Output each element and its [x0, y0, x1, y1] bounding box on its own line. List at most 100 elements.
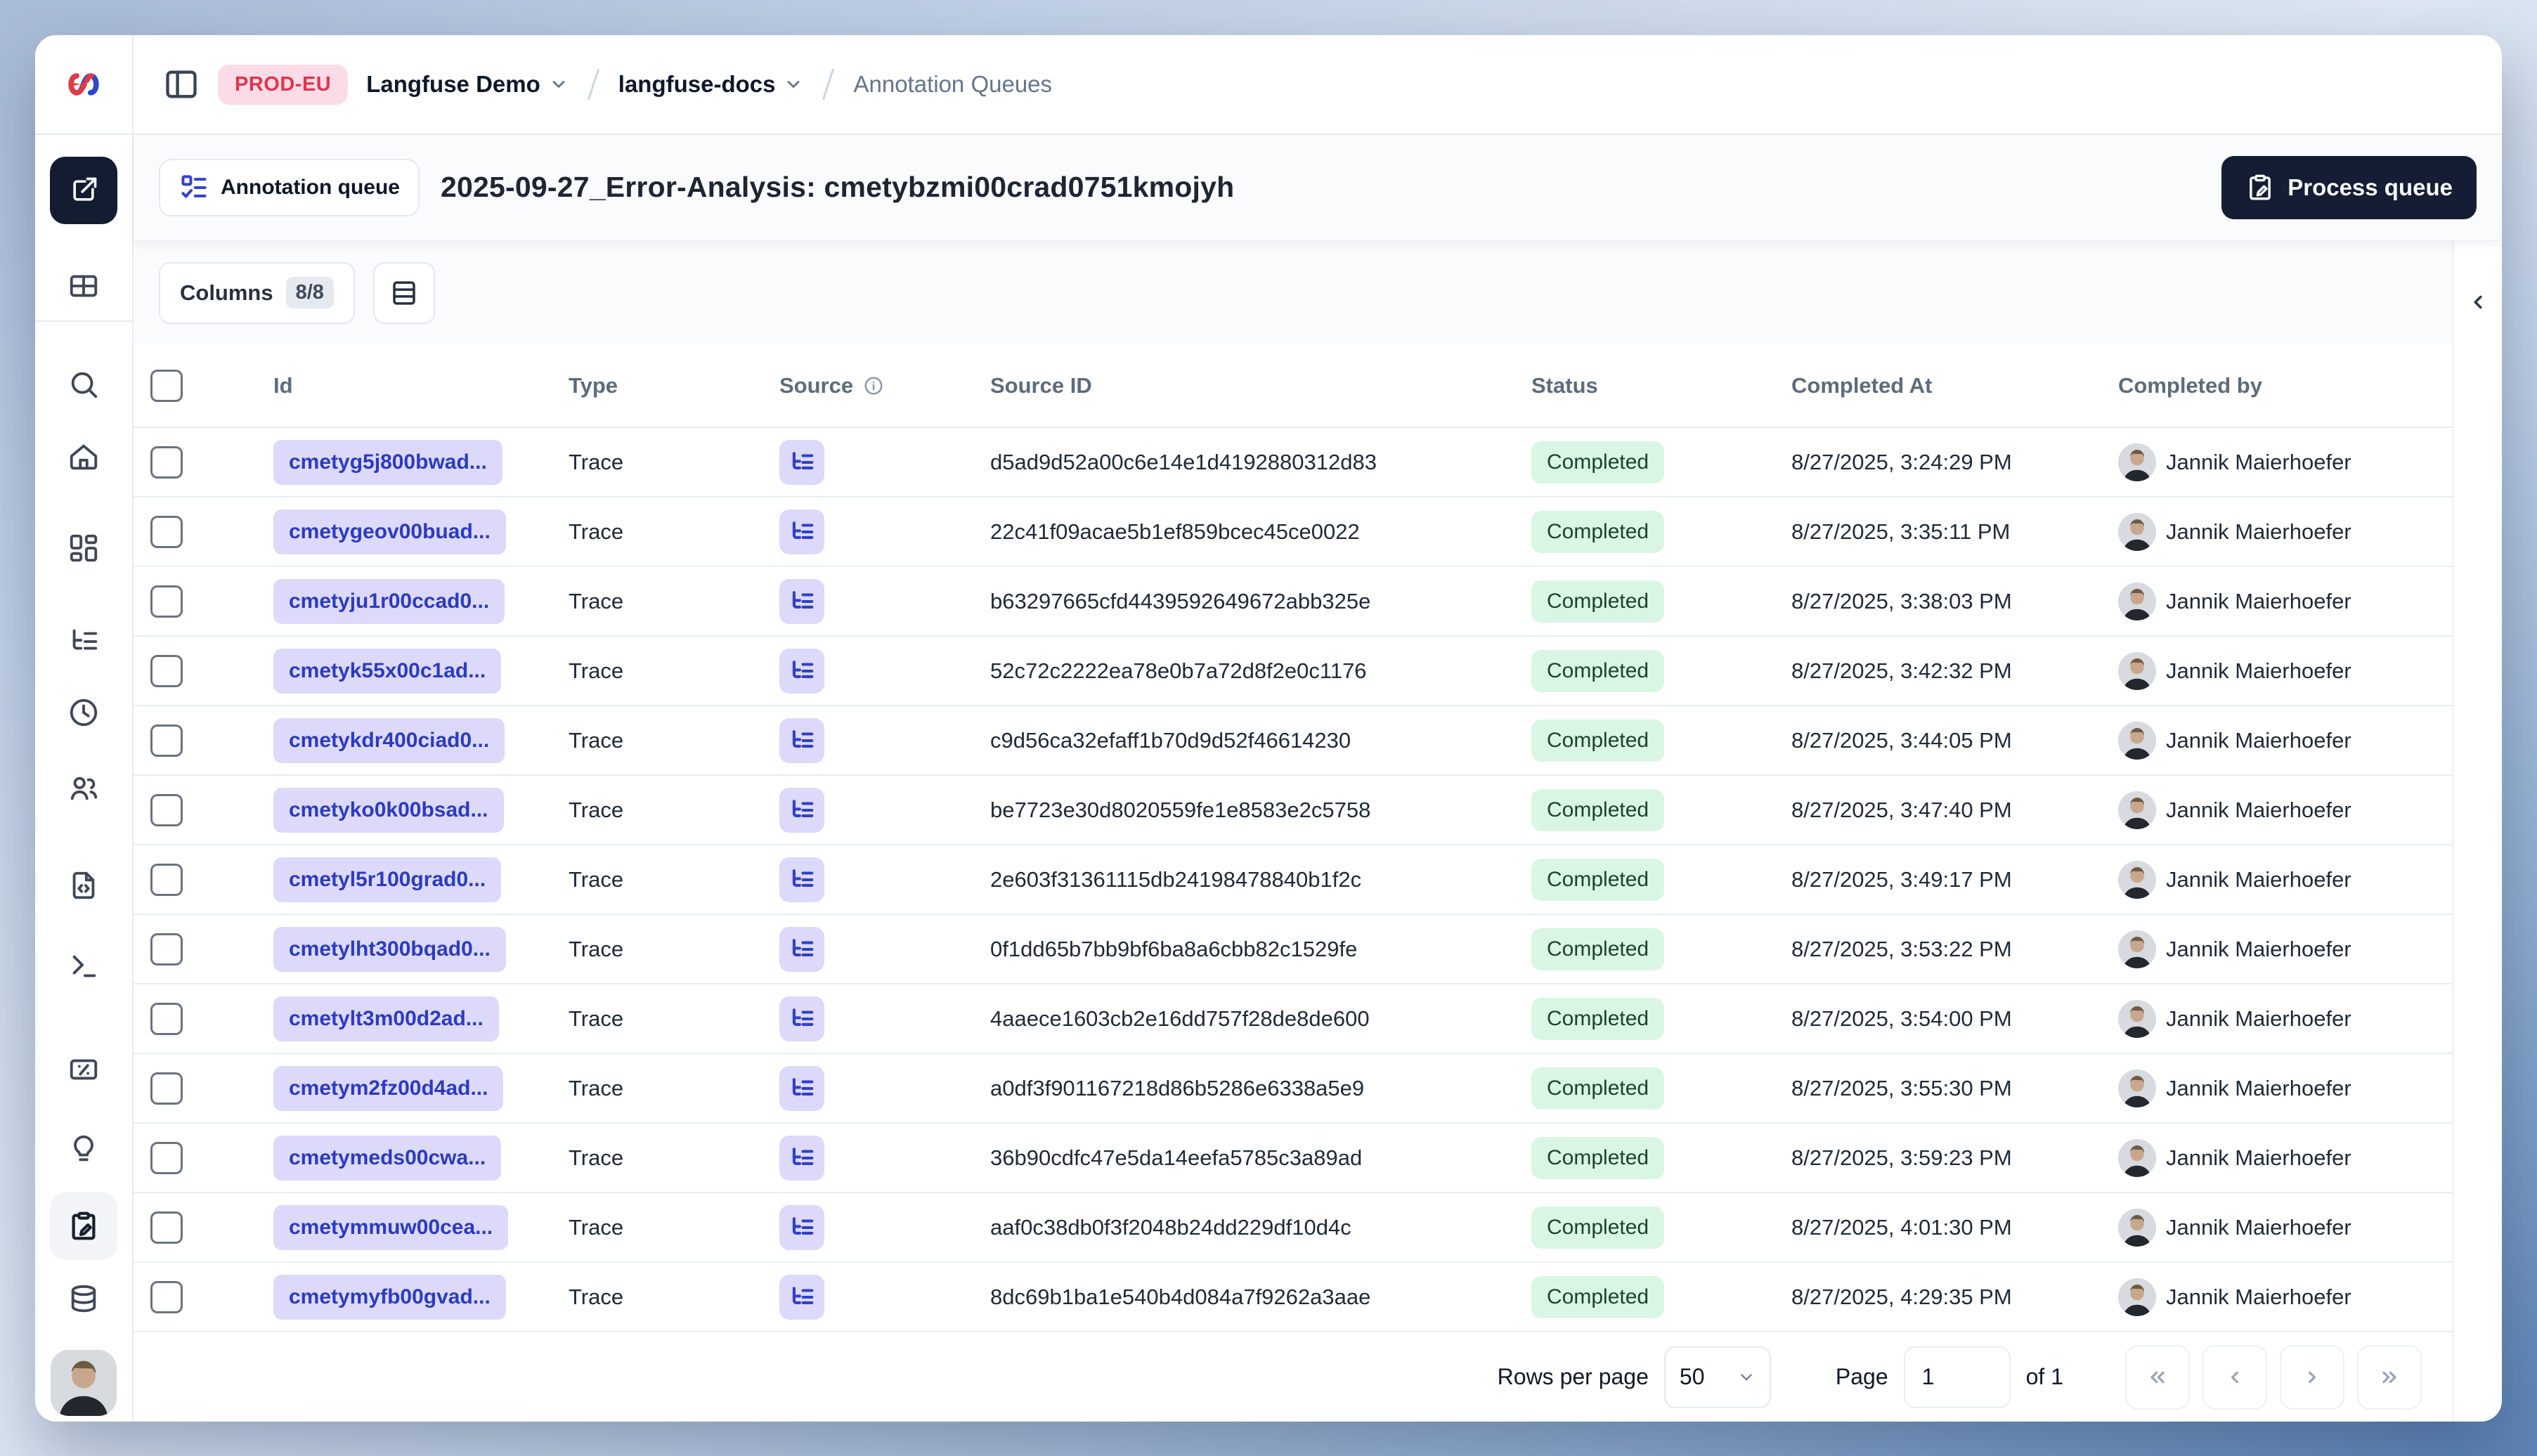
- sessions-icon[interactable]: [61, 690, 106, 735]
- item-id-link[interactable]: cmetyko0k00bsad...: [273, 787, 504, 833]
- status-badge: Completed: [1531, 441, 1665, 483]
- home-icon[interactable]: [61, 434, 106, 479]
- column-header-completed-by[interactable]: Completed by: [2101, 373, 2453, 398]
- table-row[interactable]: cmetyko0k00bsad... Trace be7723e30d80205…: [134, 774, 2453, 844]
- column-header-source[interactable]: Source: [763, 373, 973, 398]
- column-header-status[interactable]: Status: [1514, 373, 1774, 398]
- source-trace-button[interactable]: [779, 648, 824, 694]
- row-checkbox[interactable]: [150, 793, 183, 826]
- column-header-completed-at[interactable]: Completed At: [1774, 373, 2101, 398]
- open-external-icon[interactable]: [50, 157, 117, 224]
- source-trace-button[interactable]: [779, 1135, 824, 1181]
- source-trace-button[interactable]: [779, 787, 824, 833]
- source-trace-button[interactable]: [779, 578, 824, 624]
- project-switcher[interactable]: langfuse-docs: [618, 71, 804, 98]
- table-row[interactable]: cmetym2fz00d4ad... Trace a0df3f901167218…: [134, 1053, 2453, 1122]
- insights-icon[interactable]: [61, 1126, 106, 1171]
- column-header-source-id[interactable]: Source ID: [973, 373, 1514, 398]
- rows-per-page-label: Rows per page: [1497, 1364, 1649, 1389]
- datasets-icon[interactable]: [61, 1277, 106, 1322]
- source-trace-button[interactable]: [779, 857, 824, 902]
- item-id-link[interactable]: cmetym2fz00d4ad...: [273, 1065, 504, 1111]
- source-trace-button[interactable]: [779, 439, 824, 485]
- table-row[interactable]: cmetymyfb00gvad... Trace 8dc69b1ba1e540b…: [134, 1261, 2453, 1331]
- columns-button[interactable]: Columns 8/8: [159, 261, 355, 324]
- row-checkbox[interactable]: [150, 932, 183, 966]
- previous-page-button[interactable]: [2202, 1344, 2267, 1410]
- source-trace-button[interactable]: [779, 1065, 824, 1111]
- user-avatar[interactable]: [51, 1350, 117, 1416]
- annotation-queues-icon[interactable]: [50, 1192, 117, 1260]
- tracing-icon[interactable]: [61, 619, 106, 664]
- table-row[interactable]: cmetykdr400ciad0... Trace c9d56ca32efaff…: [134, 705, 2453, 774]
- prompts-icon[interactable]: [61, 863, 106, 908]
- app-window: PROD-EU Langfuse Demo langfuse-docs Anno…: [35, 35, 2502, 1422]
- item-id-link[interactable]: cmetymyfb00gvad...: [273, 1274, 506, 1320]
- row-checkbox[interactable]: [150, 863, 183, 896]
- item-id-link[interactable]: cmetymeds00cwa...: [273, 1135, 502, 1181]
- playground-icon[interactable]: [61, 944, 106, 989]
- evaluation-icon[interactable]: [61, 1046, 106, 1091]
- source-trace-button[interactable]: [779, 926, 824, 972]
- completed-at: 8/27/2025, 3:49:17 PM: [1791, 866, 2012, 892]
- row-checkbox[interactable]: [150, 654, 183, 687]
- item-id-link[interactable]: cmetyk55x00c1ad...: [273, 648, 502, 694]
- row-checkbox[interactable]: [150, 1072, 183, 1105]
- table-row[interactable]: cmetylt3m00d2ad... Trace 4aaece1603cb2e1…: [134, 983, 2453, 1053]
- table-row[interactable]: cmetyju1r00ccad0... Trace b63297665cfd44…: [134, 566, 2453, 635]
- sidebar: [35, 35, 134, 1422]
- dashboards-icon[interactable]: [61, 526, 106, 571]
- table-row[interactable]: cmetymeds00cwa... Trace 36b90cdfc47e5da1…: [134, 1122, 2453, 1192]
- org-switcher[interactable]: Langfuse Demo: [366, 71, 569, 98]
- item-id-link[interactable]: cmetykdr400ciad0...: [273, 717, 505, 763]
- sidebar-toggle-icon[interactable]: [163, 66, 200, 103]
- item-type: Trace: [569, 936, 624, 961]
- search-icon[interactable]: [61, 362, 106, 407]
- column-header-id[interactable]: Id: [257, 373, 552, 398]
- item-id-link[interactable]: cmetyg5j800bwad...: [273, 439, 502, 485]
- first-page-button[interactable]: [2125, 1344, 2190, 1410]
- row-checkbox[interactable]: [150, 585, 183, 618]
- next-page-button[interactable]: [2280, 1344, 2344, 1410]
- source-trace-button[interactable]: [779, 996, 824, 1041]
- rows-per-page-select[interactable]: 50: [1663, 1346, 1771, 1408]
- item-id-link[interactable]: cmetygeov00buad...: [273, 509, 506, 554]
- item-id-link[interactable]: cmetyl5r100grad0...: [273, 857, 502, 902]
- langfuse-logo[interactable]: [35, 35, 132, 135]
- source-trace-button[interactable]: [779, 1204, 824, 1250]
- process-queue-button[interactable]: Process queue: [2221, 155, 2477, 219]
- source-id: b63297665cfd4439592649672abb325e: [990, 588, 1371, 613]
- table-view-icon[interactable]: [61, 264, 106, 308]
- source-trace-button[interactable]: [779, 1274, 824, 1320]
- table-row[interactable]: cmetymmuw00cea... Trace aaf0c38db0f3f204…: [134, 1192, 2453, 1261]
- collapse-panel-button[interactable]: [2465, 285, 2491, 320]
- completed-by-name: Jannik Maierhoefer: [2166, 519, 2351, 544]
- table-row[interactable]: cmetygeov00buad... Trace 22c41f09acae5b1…: [134, 496, 2453, 566]
- row-checkbox[interactable]: [150, 1280, 183, 1313]
- table-row[interactable]: cmetyg5j800bwad... Trace d5ad9d52a00c6e1…: [134, 427, 2453, 496]
- row-checkbox[interactable]: [150, 1002, 183, 1035]
- table-row[interactable]: cmetylht300bqad0... Trace 0f1dd65b7bb9bf…: [134, 914, 2453, 983]
- table-row[interactable]: cmetyk55x00c1ad... Trace 52c72c2222ea78e…: [134, 635, 2453, 705]
- table-header: Id Type Source Source ID Status Complete…: [134, 344, 2453, 427]
- table-row[interactable]: cmetyl5r100grad0... Trace 2e603f31361115…: [134, 844, 2453, 914]
- source-trace-button[interactable]: [779, 509, 824, 554]
- item-id-link[interactable]: cmetymmuw00cea...: [273, 1204, 509, 1250]
- users-icon[interactable]: [61, 766, 106, 811]
- row-checkbox[interactable]: [150, 515, 183, 548]
- source-trace-button[interactable]: [779, 717, 824, 763]
- last-page-button[interactable]: [2357, 1344, 2422, 1410]
- row-checkbox[interactable]: [150, 724, 183, 757]
- item-id-link[interactable]: cmetylht300bqad0...: [273, 926, 506, 972]
- completed-by-avatar: [2118, 512, 2156, 551]
- row-checkbox[interactable]: [150, 1211, 183, 1244]
- row-checkbox[interactable]: [150, 1141, 183, 1174]
- completed-by-name: Jannik Maierhoefer: [2166, 1075, 2351, 1100]
- select-all-checkbox[interactable]: [150, 369, 183, 402]
- page-number-input[interactable]: [1903, 1346, 2011, 1408]
- item-id-link[interactable]: cmetylt3m00d2ad...: [273, 996, 499, 1041]
- column-header-type[interactable]: Type: [552, 373, 763, 398]
- row-height-button[interactable]: [372, 261, 435, 324]
- item-id-link[interactable]: cmetyju1r00ccad0...: [273, 578, 505, 624]
- row-checkbox[interactable]: [150, 446, 183, 479]
